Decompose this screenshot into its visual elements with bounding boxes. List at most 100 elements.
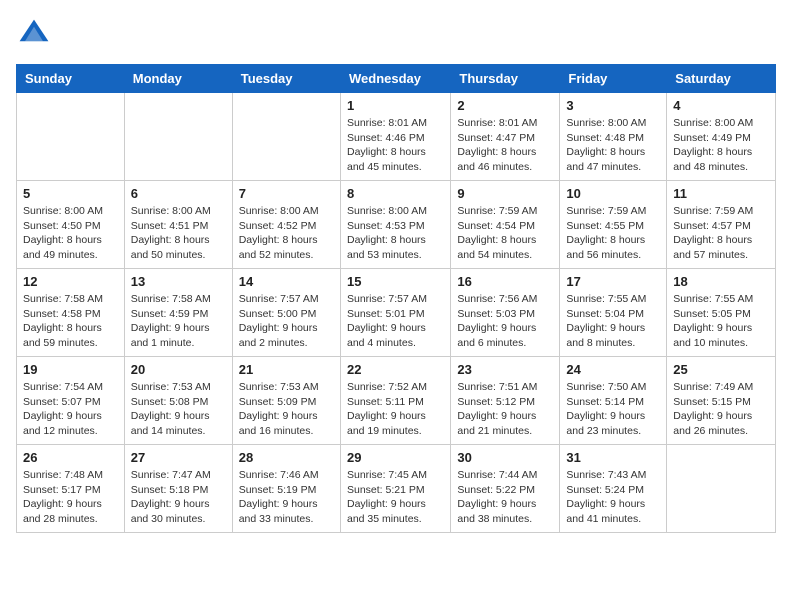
logo-icon: [16, 16, 52, 52]
day-number: 17: [566, 274, 660, 289]
day-number: 15: [347, 274, 444, 289]
day-info: Sunrise: 7:53 AMSunset: 5:08 PMDaylight:…: [131, 380, 226, 439]
day-info: Sunrise: 7:49 AMSunset: 5:15 PMDaylight:…: [673, 380, 769, 439]
day-info: Sunrise: 7:52 AMSunset: 5:11 PMDaylight:…: [347, 380, 444, 439]
day-number: 9: [457, 186, 553, 201]
day-cell-26: 26 Sunrise: 7:48 AMSunset: 5:17 PMDayligh…: [17, 445, 125, 533]
header-saturday: Saturday: [667, 65, 776, 93]
day-info: Sunrise: 7:54 AMSunset: 5:07 PMDaylight:…: [23, 380, 118, 439]
day-cell-5: 5Sunrise: 8:00 AMSunset: 4:50 PMDaylight…: [17, 181, 125, 269]
day-number: 6: [131, 186, 226, 201]
day-info: Sunrise: 7:58 AMSunset: 4:58 PMDaylight:…: [23, 292, 118, 351]
header-monday: Monday: [124, 65, 232, 93]
day-cell-16: 16 Sunrise: 7:56 AMSunset: 5:03 PMDayligh…: [451, 269, 560, 357]
week-row-2: 5Sunrise: 8:00 AMSunset: 4:50 PMDaylight…: [17, 181, 776, 269]
empty-cell: [17, 93, 125, 181]
day-cell-17: 17 Sunrise: 7:55 AMSunset: 5:04 PMDayligh…: [560, 269, 667, 357]
day-cell-24: 24 Sunrise: 7:50 AMSunset: 5:14 PMDayligh…: [560, 357, 667, 445]
day-number: 18: [673, 274, 769, 289]
day-cell-15: 15 Sunrise: 7:57 AMSunset: 5:01 PMDayligh…: [340, 269, 450, 357]
day-cell-6: 6 Sunrise: 8:00 AMSunset: 4:51 PMDaylight…: [124, 181, 232, 269]
day-info: Sunrise: 7:46 AMSunset: 5:19 PMDaylight:…: [239, 468, 334, 527]
day-info: Sunrise: 7:47 AMSunset: 5:18 PMDaylight:…: [131, 468, 226, 527]
day-number: 21: [239, 362, 334, 377]
week-row-1: 1 Sunrise: 8:01 AMSunset: 4:46 PMDaylight…: [17, 93, 776, 181]
day-number: 3: [566, 98, 660, 113]
day-info: Sunrise: 7:59 AMSunset: 4:55 PMDaylight:…: [566, 204, 660, 263]
empty-cell: [232, 93, 340, 181]
day-cell-19: 19Sunrise: 7:54 AMSunset: 5:07 PMDayligh…: [17, 357, 125, 445]
day-cell-27: 27 Sunrise: 7:47 AMSunset: 5:18 PMDayligh…: [124, 445, 232, 533]
day-cell-3: 3 Sunrise: 8:00 AMSunset: 4:48 PMDaylight…: [560, 93, 667, 181]
day-number: 4: [673, 98, 769, 113]
day-cell-7: 7 Sunrise: 8:00 AMSunset: 4:52 PMDaylight…: [232, 181, 340, 269]
page-header: [16, 16, 776, 52]
day-info: Sunrise: 7:57 AMSunset: 5:00 PMDaylight:…: [239, 292, 334, 351]
header-wednesday: Wednesday: [340, 65, 450, 93]
day-number: 29: [347, 450, 444, 465]
day-number: 8: [347, 186, 444, 201]
week-row-3: 12Sunrise: 7:58 AMSunset: 4:58 PMDayligh…: [17, 269, 776, 357]
day-info: Sunrise: 8:01 AMSunset: 4:47 PMDaylight:…: [457, 116, 553, 175]
day-info: Sunrise: 7:51 AMSunset: 5:12 PMDaylight:…: [457, 380, 553, 439]
day-info: Sunrise: 8:00 AMSunset: 4:50 PMDaylight:…: [23, 204, 118, 263]
day-info: Sunrise: 8:00 AMSunset: 4:49 PMDaylight:…: [673, 116, 769, 175]
day-number: 10: [566, 186, 660, 201]
day-number: 7: [239, 186, 334, 201]
day-info: Sunrise: 8:00 AMSunset: 4:51 PMDaylight:…: [131, 204, 226, 263]
day-cell-1: 1 Sunrise: 8:01 AMSunset: 4:46 PMDaylight…: [340, 93, 450, 181]
day-info: Sunrise: 8:00 AMSunset: 4:53 PMDaylight:…: [347, 204, 444, 263]
header-friday: Friday: [560, 65, 667, 93]
day-number: 20: [131, 362, 226, 377]
day-cell-21: 21Sunrise: 7:53 AMSunset: 5:09 PMDayligh…: [232, 357, 340, 445]
day-info: Sunrise: 7:59 AMSunset: 4:57 PMDaylight:…: [673, 204, 769, 263]
day-number: 16: [457, 274, 553, 289]
day-info: Sunrise: 7:50 AMSunset: 5:14 PMDaylight:…: [566, 380, 660, 439]
day-info: Sunrise: 7:55 AMSunset: 5:04 PMDaylight:…: [566, 292, 660, 351]
day-cell-30: 30Sunrise: 7:44 AMSunset: 5:22 PMDayligh…: [451, 445, 560, 533]
day-cell-18: 18 Sunrise: 7:55 AMSunset: 5:05 PMDayligh…: [667, 269, 776, 357]
day-number: 13: [131, 274, 226, 289]
day-info: Sunrise: 7:43 AMSunset: 5:24 PMDaylight:…: [566, 468, 660, 527]
day-number: 30: [457, 450, 553, 465]
day-info: Sunrise: 7:56 AMSunset: 5:03 PMDaylight:…: [457, 292, 553, 351]
day-cell-22: 22 Sunrise: 7:52 AMSunset: 5:11 PMDayligh…: [340, 357, 450, 445]
day-cell-11: 11 Sunrise: 7:59 AMSunset: 4:57 PMDayligh…: [667, 181, 776, 269]
day-cell-4: 4 Sunrise: 8:00 AMSunset: 4:49 PMDaylight…: [667, 93, 776, 181]
day-number: 24: [566, 362, 660, 377]
day-info: Sunrise: 7:59 AMSunset: 4:54 PMDaylight:…: [457, 204, 553, 263]
header-thursday: Thursday: [451, 65, 560, 93]
day-number: 11: [673, 186, 769, 201]
day-cell-12: 12Sunrise: 7:58 AMSunset: 4:58 PMDayligh…: [17, 269, 125, 357]
header-sunday: Sunday: [17, 65, 125, 93]
empty-cell: [124, 93, 232, 181]
day-info: Sunrise: 7:48 AMSunset: 5:17 PMDaylight:…: [23, 468, 118, 527]
day-cell-14: 14 Sunrise: 7:57 AMSunset: 5:00 PMDayligh…: [232, 269, 340, 357]
day-cell-8: 8 Sunrise: 8:00 AMSunset: 4:53 PMDaylight…: [340, 181, 450, 269]
day-info: Sunrise: 7:45 AMSunset: 5:21 PMDaylight:…: [347, 468, 444, 527]
day-number: 14: [239, 274, 334, 289]
day-cell-31: 31 Sunrise: 7:43 AMSunset: 5:24 PMDayligh…: [560, 445, 667, 533]
week-row-5: 26 Sunrise: 7:48 AMSunset: 5:17 PMDayligh…: [17, 445, 776, 533]
day-number: 1: [347, 98, 444, 113]
day-cell-23: 23 Sunrise: 7:51 AMSunset: 5:12 PMDayligh…: [451, 357, 560, 445]
day-cell-20: 20 Sunrise: 7:53 AMSunset: 5:08 PMDayligh…: [124, 357, 232, 445]
day-info: Sunrise: 8:01 AMSunset: 4:46 PMDaylight:…: [347, 116, 444, 175]
day-info: Sunrise: 8:00 AMSunset: 4:52 PMDaylight:…: [239, 204, 334, 263]
day-number: 28: [239, 450, 334, 465]
day-cell-10: 10 Sunrise: 7:59 AMSunset: 4:55 PMDayligh…: [560, 181, 667, 269]
day-number: 26: [23, 450, 118, 465]
logo: [16, 16, 56, 52]
day-number: 27: [131, 450, 226, 465]
day-number: 23: [457, 362, 553, 377]
day-cell-25: 25 Sunrise: 7:49 AMSunset: 5:15 PMDayligh…: [667, 357, 776, 445]
day-number: 22: [347, 362, 444, 377]
day-info: Sunrise: 7:57 AMSunset: 5:01 PMDaylight:…: [347, 292, 444, 351]
day-info: Sunrise: 8:00 AMSunset: 4:48 PMDaylight:…: [566, 116, 660, 175]
day-cell-13: 13Sunrise: 7:58 AMSunset: 4:59 PMDayligh…: [124, 269, 232, 357]
day-number: 25: [673, 362, 769, 377]
day-number: 31: [566, 450, 660, 465]
day-cell-28: 28 Sunrise: 7:46 AMSunset: 5:19 PMDayligh…: [232, 445, 340, 533]
day-cell-9: 9 Sunrise: 7:59 AMSunset: 4:54 PMDaylight…: [451, 181, 560, 269]
day-info: Sunrise: 7:55 AMSunset: 5:05 PMDaylight:…: [673, 292, 769, 351]
